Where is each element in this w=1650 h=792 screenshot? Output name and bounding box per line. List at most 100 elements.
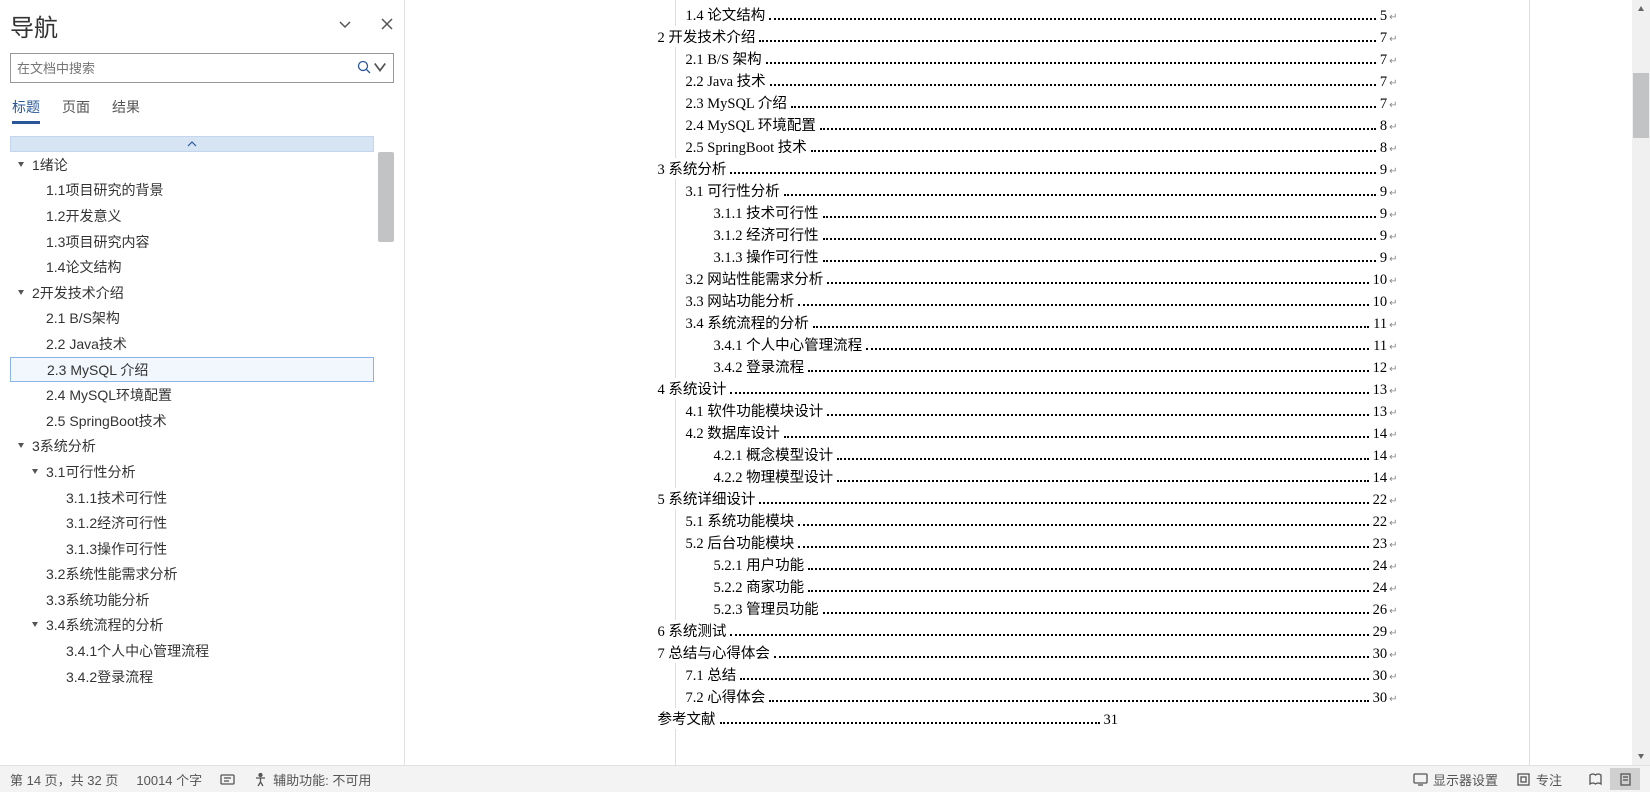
accessibility-status[interactable]: 辅助功能: 不可用 <box>253 770 371 789</box>
focus-mode-button[interactable]: 专注 <box>1516 770 1562 789</box>
search-input-box[interactable] <box>10 53 394 83</box>
toc-row: 5 系统详细设计 22↵ <box>658 488 1398 510</box>
expand-icon[interactable] <box>14 442 28 450</box>
paragraph-mark: ↵ <box>1389 430 1397 441</box>
display-settings-button[interactable]: 显示器设置 <box>1413 770 1498 789</box>
nav-tabs: 标题 页面 结果 <box>10 97 394 124</box>
toc-row: 2.4 MySQL 环境配置 8↵ <box>658 114 1398 136</box>
outline-item[interactable]: 3.1.3操作可行性 <box>10 536 374 562</box>
scroll-down-icon[interactable] <box>1632 747 1650 765</box>
scrollbar-thumb[interactable] <box>378 152 394 242</box>
outline-label: 3.4系统流程的分析 <box>46 615 163 635</box>
toc-leader <box>866 339 1369 350</box>
outline-item[interactable]: 3.4.1个人中心管理流程 <box>10 638 374 664</box>
toc-leader <box>769 691 1368 702</box>
search-dropdown-icon[interactable] <box>373 60 387 77</box>
outline-item[interactable]: 2.1 B/S架构 <box>10 306 374 332</box>
toc-row: 3.3 网站功能分析 10↵ <box>658 290 1398 312</box>
outline-item[interactable]: 2.2 Java技术 <box>10 331 374 357</box>
toc-page: 7 <box>1378 74 1387 91</box>
paragraph-mark: ↵ <box>1389 694 1397 705</box>
paragraph-mark: ↵ <box>1389 122 1397 133</box>
expand-icon[interactable] <box>14 289 28 297</box>
read-mode-icon[interactable] <box>1580 768 1610 790</box>
outline-item[interactable]: 3.3系统功能分析 <box>10 587 374 613</box>
expand-icon[interactable] <box>28 621 42 629</box>
page-info[interactable]: 第 14 页，共 32 页 <box>10 770 118 789</box>
outline-item[interactable]: 3.1.1技术可行性 <box>10 485 374 511</box>
toc-row: 5.2.1 用户功能 24↵ <box>658 554 1398 576</box>
toc-page: 24 <box>1371 580 1388 597</box>
toc-text: 2 开发技术介绍 <box>658 26 758 47</box>
navigation-pane: 导航 标题 页面 结果 1绪论1.1项目研究的背景1.2开发意义1.3项目研究内… <box>0 0 405 765</box>
outline-item[interactable]: 1.2开发意义 <box>10 203 374 229</box>
toc-page: 9 <box>1378 184 1387 201</box>
word-count[interactable]: 10014 个字 <box>136 770 202 789</box>
toc-page: 11 <box>1371 338 1387 355</box>
outline-item[interactable]: 1.4论文结构 <box>10 254 374 280</box>
toc-leader <box>784 185 1376 196</box>
outline-item[interactable]: 2.5 SpringBoot技术 <box>10 408 374 434</box>
paragraph-mark: ↵ <box>1389 540 1397 551</box>
outline-item[interactable]: 1.3项目研究内容 <box>10 229 374 255</box>
outline-item[interactable]: 3.4.2登录流程 <box>10 664 374 690</box>
toc-row: 参考文献 31 <box>658 708 1398 730</box>
outline-scrollbar[interactable] <box>378 152 394 765</box>
outline-item[interactable]: 3系统分析 <box>10 434 374 460</box>
outline-item[interactable]: 3.1.2经济可行性 <box>10 510 374 536</box>
collapse-all-bar[interactable] <box>10 136 374 152</box>
view-mode-buttons <box>1580 768 1640 790</box>
outline-item[interactable]: 1绪论 <box>10 152 374 178</box>
outline-item[interactable]: 3.1可行性分析 <box>10 459 374 485</box>
paragraph-mark: ↵ <box>1389 496 1397 507</box>
close-icon[interactable] <box>380 17 394 34</box>
scrollbar-thumb[interactable] <box>1633 73 1649 138</box>
toc-text: 2.2 Java 技术 <box>686 70 768 91</box>
outline-item[interactable]: 2开发技术介绍 <box>10 280 374 306</box>
print-layout-icon[interactable] <box>1610 768 1640 790</box>
toc-leader <box>759 493 1368 504</box>
collapse-icon[interactable] <box>338 17 352 34</box>
toc-page: 9 <box>1378 250 1387 267</box>
toc-text: 4 系统设计 <box>658 378 729 399</box>
toc-row: 7.2 心得体会 30↵ <box>658 686 1398 708</box>
paragraph-mark: ↵ <box>1389 408 1397 419</box>
toc-text: 参考文献 <box>658 708 718 729</box>
search-input[interactable] <box>17 61 357 76</box>
toc-page: 30 <box>1371 690 1388 707</box>
outline-item[interactable]: 3.4系统流程的分析 <box>10 613 374 639</box>
outline-item[interactable]: 1.1项目研究的背景 <box>10 178 374 204</box>
outline-item[interactable]: 3.2系统性能需求分析 <box>10 562 374 588</box>
toc-text: 3.4 系统流程的分析 <box>686 312 811 333</box>
toc-text: 6 系统测试 <box>658 620 729 641</box>
toc-text: 2.3 MySQL 介绍 <box>686 92 789 113</box>
outline-item[interactable]: 2.4 MySQL环境配置 <box>10 382 374 408</box>
toc-text: 5 系统详细设计 <box>658 488 758 509</box>
toc-leader <box>791 97 1376 108</box>
expand-icon[interactable] <box>28 468 42 476</box>
toc-row: 3 系统分析 9↵ <box>658 158 1398 180</box>
search-icon[interactable] <box>357 60 371 77</box>
outline-label: 2开发技术介绍 <box>32 283 124 303</box>
toc-text: 3.4.1 个人中心管理流程 <box>714 334 865 355</box>
toc-page: 8 <box>1378 118 1387 135</box>
outline-label: 3.1.1技术可行性 <box>66 488 167 508</box>
toc-page: 5 <box>1378 8 1387 25</box>
toc-page: 10 <box>1371 272 1388 289</box>
language-icon[interactable] <box>220 772 235 787</box>
paragraph-mark: ↵ <box>1389 210 1397 221</box>
toc-page: 7 <box>1378 96 1387 113</box>
tab-headings[interactable]: 标题 <box>12 97 40 124</box>
outline-item[interactable]: 2.3 MySQL 介绍 <box>10 357 374 383</box>
toc-leader <box>798 537 1368 548</box>
expand-icon[interactable] <box>14 161 28 169</box>
toc-leader <box>823 603 1369 614</box>
tab-results[interactable]: 结果 <box>112 97 140 124</box>
toc-row: 3.2 网站性能需求分析 10↵ <box>658 268 1398 290</box>
paragraph-mark: ↵ <box>1389 232 1397 243</box>
tab-pages[interactable]: 页面 <box>62 97 90 124</box>
scroll-up-icon[interactable] <box>1632 0 1650 18</box>
document-vscrollbar[interactable] <box>1632 0 1650 765</box>
toc-leader <box>823 251 1376 262</box>
toc-leader <box>740 669 1368 680</box>
